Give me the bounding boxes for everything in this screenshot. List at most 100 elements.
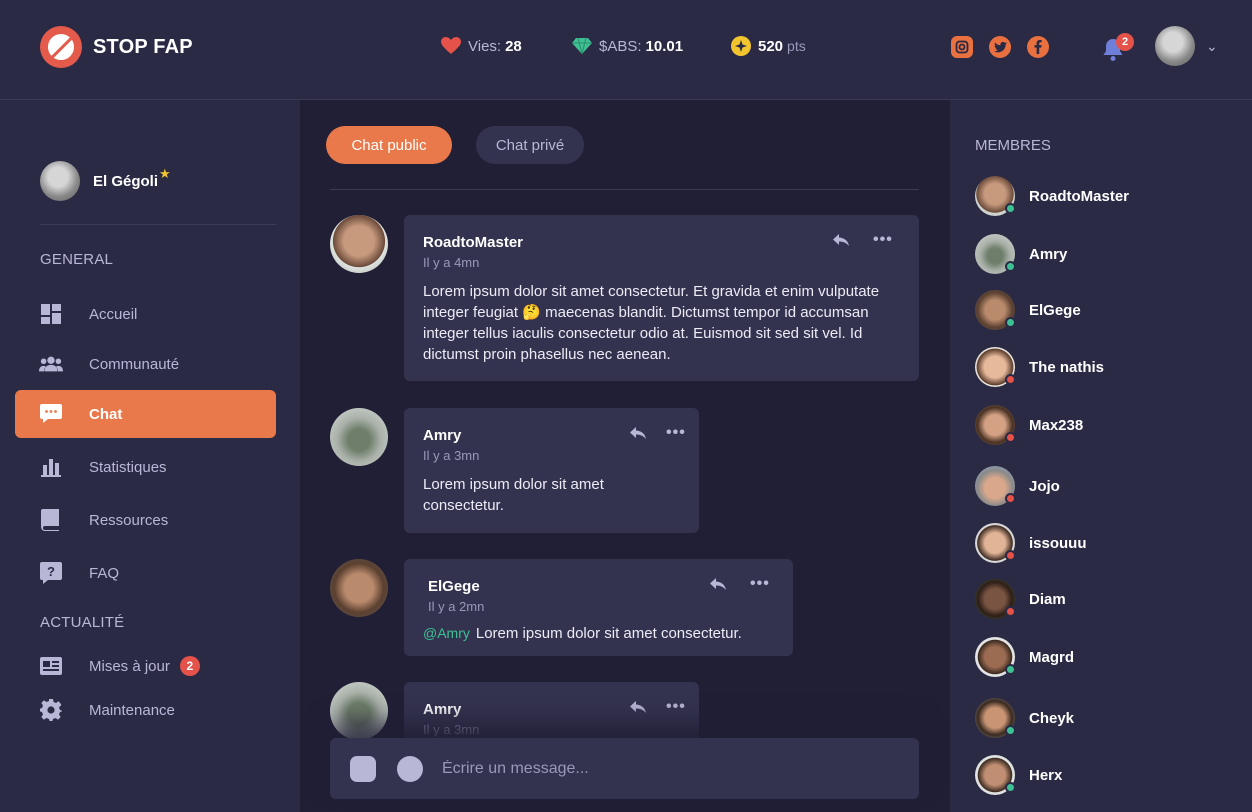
member-name: Max238 [1029, 416, 1084, 434]
message-time: Il y a 3mn [423, 722, 480, 737]
online-status-icon [1005, 203, 1016, 214]
more-icon[interactable]: ••• [750, 575, 770, 593]
avatar[interactable] [330, 215, 388, 273]
sidebar: El Gégoli ★ GENERAL Accueil Communauté C… [0, 100, 300, 812]
coin-icon [731, 36, 751, 56]
chat-message: Amry Il y a 3mn ••• Lorem ipsum dolor si… [404, 408, 699, 533]
offline-status-icon [1005, 493, 1016, 504]
social-links [951, 36, 1049, 58]
book-icon [39, 508, 63, 532]
lives-stat: Vies: 28 [441, 36, 522, 56]
instagram-icon[interactable] [951, 36, 973, 58]
divider [40, 224, 276, 225]
member-name: Herx [1029, 766, 1063, 784]
user-avatar[interactable] [1155, 26, 1195, 66]
facebook-icon[interactable] [1027, 36, 1049, 58]
svg-text:?: ? [47, 564, 55, 579]
bar-chart-icon [39, 455, 63, 479]
sidebar-item-faq[interactable]: ? FAQ [15, 549, 276, 597]
sidebar-item-label: Maintenance [89, 701, 175, 719]
lives-label: Vies: [468, 37, 502, 55]
mention-link[interactable]: @Amry [423, 625, 470, 641]
avatar[interactable] [330, 559, 388, 617]
avatar[interactable] [330, 682, 388, 740]
sticker-icon[interactable] [350, 756, 376, 782]
member-item[interactable]: Cheyk [975, 698, 1074, 738]
avatar [975, 579, 1016, 619]
member-item[interactable]: Amry [975, 234, 1067, 274]
chevron-down-icon[interactable]: ⌄ [1206, 38, 1218, 55]
sidebar-item-label: Accueil [89, 305, 138, 323]
sidebar-profile[interactable]: El Gégoli ★ [40, 161, 171, 201]
avatar [975, 347, 1016, 387]
avatar [975, 523, 1016, 563]
tab-chat-prive[interactable]: Chat privé [476, 126, 584, 164]
dashboard-icon [39, 302, 63, 326]
message-input[interactable] [442, 757, 892, 781]
gem-icon [572, 36, 592, 56]
avatar [40, 161, 80, 201]
offline-status-icon [1005, 374, 1016, 385]
reply-icon[interactable] [832, 231, 850, 249]
sidebar-item-accueil[interactable]: Accueil [15, 290, 276, 338]
app-logo[interactable]: STOP FAP [40, 26, 193, 68]
member-item[interactable]: The nathis [975, 347, 1104, 387]
sidebar-item-label: Mises à jour [89, 657, 170, 675]
member-item[interactable]: RoadtoMaster [975, 176, 1129, 216]
sidebar-item-mises-a-jour[interactable]: Mises à jour 2 [15, 642, 276, 690]
more-icon[interactable]: ••• [666, 698, 686, 716]
message-author[interactable]: ElGege [428, 578, 480, 595]
chat-message: Amry Il y a 3mn ••• [404, 682, 699, 742]
tab-chat-public[interactable]: Chat public [326, 126, 452, 164]
member-name: Diam [1029, 590, 1066, 608]
chat-message: RoadtoMaster Il y a 4mn ••• Lorem ipsum … [404, 215, 919, 381]
member-name: Cheyk [1029, 709, 1075, 727]
member-item[interactable]: Magrd [975, 637, 1074, 677]
sidebar-item-chat[interactable]: Chat [15, 390, 276, 438]
member-item[interactable]: Jojo [975, 466, 1060, 506]
sidebar-item-statistiques[interactable]: Statistiques [15, 443, 276, 491]
more-icon[interactable]: ••• [873, 231, 893, 249]
member-name: issouuu [1029, 534, 1087, 552]
sidebar-item-label: Ressources [89, 511, 169, 529]
member-name: ElGege [1029, 301, 1081, 319]
chat-icon [39, 402, 63, 426]
sidebar-item-maintenance[interactable]: Maintenance [15, 686, 276, 734]
message-author[interactable]: Amry [423, 701, 461, 718]
reply-icon[interactable] [629, 698, 647, 716]
member-name: Jojo [1029, 477, 1060, 495]
top-header: STOP FAP Vies: 28 $ABS: 10.01 520 pts 2 … [0, 0, 1252, 100]
sidebar-item-label: FAQ [89, 564, 120, 582]
notification-count-badge: 2 [1116, 33, 1134, 51]
members-title: MEMBRES [975, 137, 1051, 154]
reply-icon[interactable] [709, 575, 727, 593]
message-time: Il y a 3mn [423, 448, 480, 463]
message-author[interactable]: Amry [423, 427, 461, 444]
members-panel: MEMBRES RoadtoMaster Amry ElGege The nat… [950, 100, 1252, 812]
section-general-title: GENERAL [40, 251, 114, 268]
emoji-icon[interactable] [397, 756, 423, 782]
offline-status-icon [1005, 606, 1016, 617]
sidebar-item-communaute[interactable]: Communauté [15, 340, 276, 388]
avatar[interactable] [330, 408, 388, 466]
avatar [975, 755, 1016, 795]
member-item[interactable]: ElGege [975, 290, 1081, 330]
sidebar-item-ressources[interactable]: Ressources [15, 496, 276, 544]
more-icon[interactable]: ••• [666, 424, 686, 442]
message-author[interactable]: RoadtoMaster [423, 234, 523, 251]
question-icon: ? [39, 561, 63, 585]
member-item[interactable]: issouuu [975, 523, 1087, 563]
heart-icon [441, 36, 461, 56]
member-item[interactable]: Herx [975, 755, 1062, 795]
twitter-icon[interactable] [989, 36, 1011, 58]
avatar [975, 176, 1016, 216]
member-name: RoadtoMaster [1029, 187, 1130, 205]
thinking-emoji-icon: 🤔 [522, 304, 541, 321]
message-time: Il y a 4mn [423, 255, 480, 270]
avatar [975, 234, 1016, 274]
member-item[interactable]: Diam [975, 579, 1066, 619]
member-name: Magrd [1029, 648, 1074, 666]
member-item[interactable]: Max238 [975, 405, 1083, 445]
offline-status-icon [1005, 432, 1016, 443]
reply-icon[interactable] [629, 424, 647, 442]
